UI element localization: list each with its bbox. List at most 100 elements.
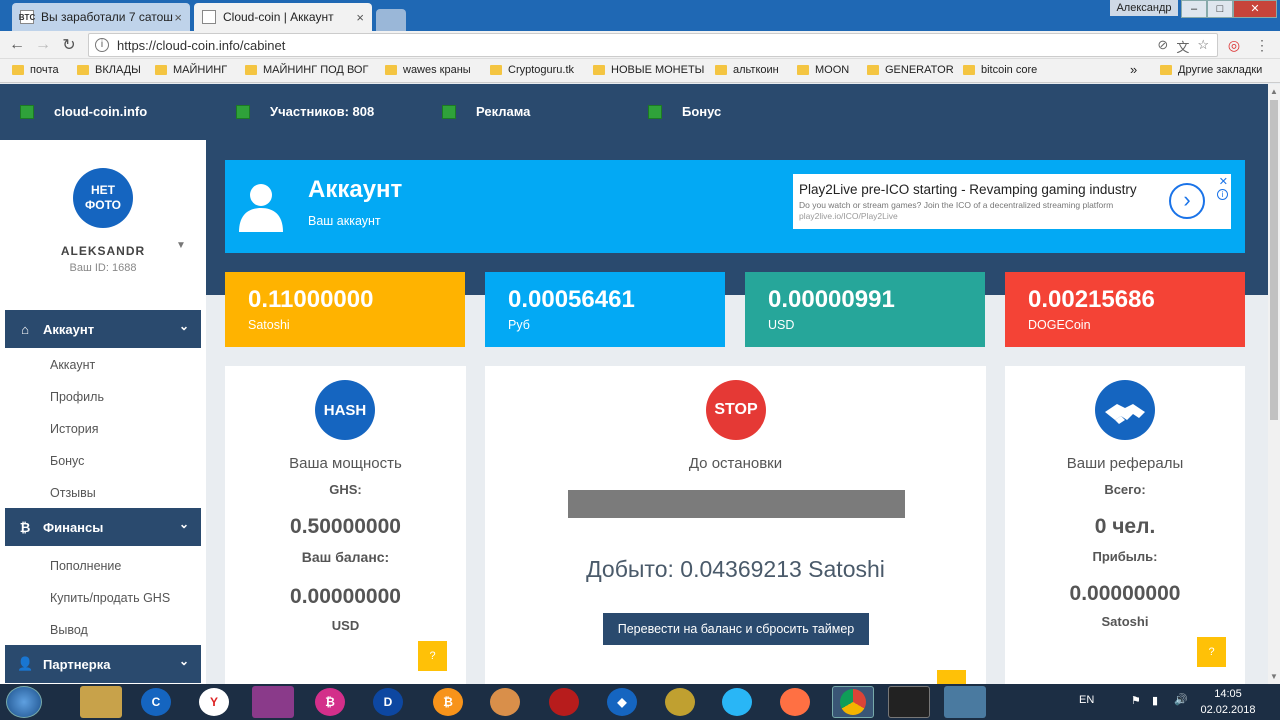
bookmark-item[interactable]: МАЙНИНГ ПОД ВОГ — [245, 64, 368, 76]
file-explorer-icon[interactable] — [80, 686, 122, 718]
site-info-icon[interactable]: i — [95, 38, 109, 52]
page-scrollbar[interactable]: ▲ ▼ — [1268, 84, 1280, 684]
power-label: GHS: — [329, 482, 362, 497]
bookmark-item[interactable]: почта — [12, 64, 59, 76]
info-icon[interactable]: i — [1217, 189, 1228, 200]
digibyte-icon[interactable]: D — [373, 688, 403, 716]
bookmark-item[interactable]: wawes краны — [385, 64, 471, 76]
new-tab-button[interactable] — [376, 9, 406, 31]
close-tab-icon[interactable]: × — [174, 10, 182, 25]
help-button[interactable]: ? — [1197, 637, 1226, 667]
transfer-reset-button[interactable]: Перевести на баланс и сбросить таймер — [603, 613, 869, 645]
scroll-up-icon[interactable]: ▲ — [1270, 87, 1278, 96]
bookmark-item[interactable]: ВКЛАДЫ — [77, 64, 141, 76]
sidebar-item-history[interactable]: История — [50, 422, 98, 436]
stat-label: DOGECoin — [1028, 318, 1091, 332]
folder-icon — [77, 65, 89, 75]
winrar-icon[interactable] — [252, 686, 294, 718]
help-button[interactable]: ? — [418, 641, 447, 671]
close-icon[interactable]: ✕ — [1219, 175, 1228, 188]
bookmarks-overflow-button[interactable]: » — [1130, 62, 1137, 77]
nav-bonus[interactable]: Бонус — [648, 104, 721, 119]
address-bar[interactable]: i https://cloud-coin.info/cabinet ⊘ 文 ☆ — [88, 33, 1218, 57]
user-id: Ваш ID: 1688 — [69, 262, 137, 274]
browser-toolbar: ← → ↻ i https://cloud-coin.info/cabinet … — [0, 31, 1280, 59]
bookmark-item[interactable]: альткоин — [715, 64, 779, 76]
minimize-button[interactable]: – — [1181, 0, 1207, 18]
nav-brand[interactable]: cloud-coin.info — [20, 104, 147, 119]
caret-down-icon[interactable]: ▼ — [176, 240, 186, 251]
menu-section-finance[interactable]: ₿ Финансы ⌄ — [5, 508, 201, 546]
back-arrow-icon[interactable]: ← — [6, 34, 28, 56]
flag-icon[interactable]: ⚑ — [1131, 694, 1141, 707]
nav-ads[interactable]: Реклама — [442, 104, 530, 119]
reload-icon[interactable]: ↻ — [58, 34, 80, 56]
yandex-browser-icon[interactable]: Y — [199, 688, 229, 716]
browser-tab-2[interactable]: Cloud-coin | Аккаунт × — [194, 3, 372, 31]
coin-icon[interactable] — [490, 688, 520, 716]
browser-menu-icon[interactable]: ⋮ — [1252, 35, 1272, 55]
bookmark-item[interactable]: MOON — [797, 64, 849, 76]
maximize-button[interactable]: □ — [1207, 0, 1233, 18]
extension-icon[interactable]: ◎ — [1224, 35, 1244, 55]
close-tab-icon[interactable]: × — [356, 10, 364, 25]
volume-icon[interactable]: 🔊 — [1174, 693, 1188, 706]
start-button[interactable] — [6, 686, 42, 718]
command-prompt-icon[interactable] — [888, 686, 930, 718]
app-icon[interactable] — [549, 688, 579, 716]
translate-icon[interactable]: 文 — [1176, 37, 1189, 56]
firefox-icon[interactable] — [780, 688, 810, 716]
blocked-content-icon[interactable]: ⊘ — [1157, 37, 1168, 56]
sidebar-item-profile[interactable]: Профиль — [50, 390, 104, 404]
network-icon[interactable]: ▮ — [1152, 694, 1158, 707]
nav-participants[interactable]: Участников: 808 — [236, 104, 374, 119]
clock-date[interactable]: 02.02.2018 — [1199, 704, 1257, 716]
close-window-button[interactable]: ✕ — [1233, 0, 1277, 18]
menu-section-account[interactable]: ⌂ Аккаунт ⌄ — [5, 310, 201, 348]
clock-time[interactable]: 14:05 — [1199, 688, 1257, 700]
stat-card-usd: 0.00000991 USD — [745, 272, 985, 347]
help-button[interactable] — [937, 670, 966, 684]
green-square-icon — [236, 104, 250, 119]
bookmark-item[interactable]: Cryptoguru.tk — [490, 64, 574, 76]
waves-icon[interactable]: ◆ — [607, 688, 637, 716]
bookmark-item[interactable]: МАЙНИНГ — [155, 64, 227, 76]
bookmark-item[interactable]: НОВЫЕ МОНЕТЫ — [593, 64, 704, 76]
sidebar-item-reviews[interactable]: Отзывы — [50, 486, 96, 500]
sidebar-item-bonus[interactable]: Бонус — [50, 454, 84, 468]
menu-section-partners[interactable]: 👤 Партнерка ⌄ — [5, 645, 201, 683]
browser-tab-1[interactable]: BTC Вы заработали 7 сатош × — [12, 3, 190, 31]
ad-title[interactable]: Play2Live pre-ICO starting - Revamping g… — [799, 182, 1137, 197]
bookmark-star-icon[interactable]: ☆ — [1197, 37, 1209, 56]
sidebar-item-buy-sell-ghs[interactable]: Купить/продать GHS — [50, 591, 170, 605]
card-title: Ваша мощность — [289, 455, 402, 472]
sidebar-item-account[interactable]: Аккаунт — [50, 358, 95, 372]
bitcoin-icon[interactable]: ₿ — [433, 688, 463, 716]
profit-value: 0.00000000 — [1069, 582, 1181, 605]
bookmark-item[interactable]: GENERATOR — [867, 64, 954, 76]
language-indicator[interactable]: EN — [1079, 694, 1094, 706]
bookmark-item[interactable]: bitcoin core — [963, 64, 1037, 76]
folder-icon — [155, 65, 167, 75]
sidebar: НЕТ ФОТО ALEKSANDR ▼ Ваш ID: 1688 ⌂ Акка… — [0, 140, 206, 684]
miner-icon[interactable] — [665, 688, 695, 716]
notepad-icon[interactable] — [944, 686, 986, 718]
hash-power-card: HASH Ваша мощность GHS: 0.50000000 Ваш б… — [225, 366, 466, 684]
mined-amount: Добыто: 0.04369213 Satoshi — [586, 556, 885, 582]
time-remaining-progress-bar — [568, 490, 905, 518]
forward-arrow-icon[interactable]: → — [32, 34, 54, 56]
sidebar-item-deposit[interactable]: Пополнение — [50, 559, 121, 573]
scrollbar-thumb[interactable] — [1270, 100, 1278, 420]
chrome-icon[interactable] — [832, 686, 874, 718]
green-square-icon — [20, 104, 34, 119]
cloud-icon[interactable] — [722, 688, 752, 716]
sidebar-item-withdraw[interactable]: Вывод — [50, 623, 88, 637]
scroll-down-icon[interactable]: ▼ — [1270, 672, 1278, 681]
bitcoin-wallet-icon[interactable]: ₿ — [315, 688, 345, 716]
avatar[interactable]: НЕТ ФОТО — [73, 168, 133, 228]
stat-label: Руб — [508, 318, 530, 332]
ad-banner[interactable]: Play2Live pre-ICO starting - Revamping g… — [793, 174, 1231, 229]
chevron-right-icon[interactable]: › — [1169, 183, 1205, 219]
other-bookmarks[interactable]: Другие закладки — [1160, 64, 1262, 76]
ccleaner-icon[interactable]: C — [141, 688, 171, 716]
